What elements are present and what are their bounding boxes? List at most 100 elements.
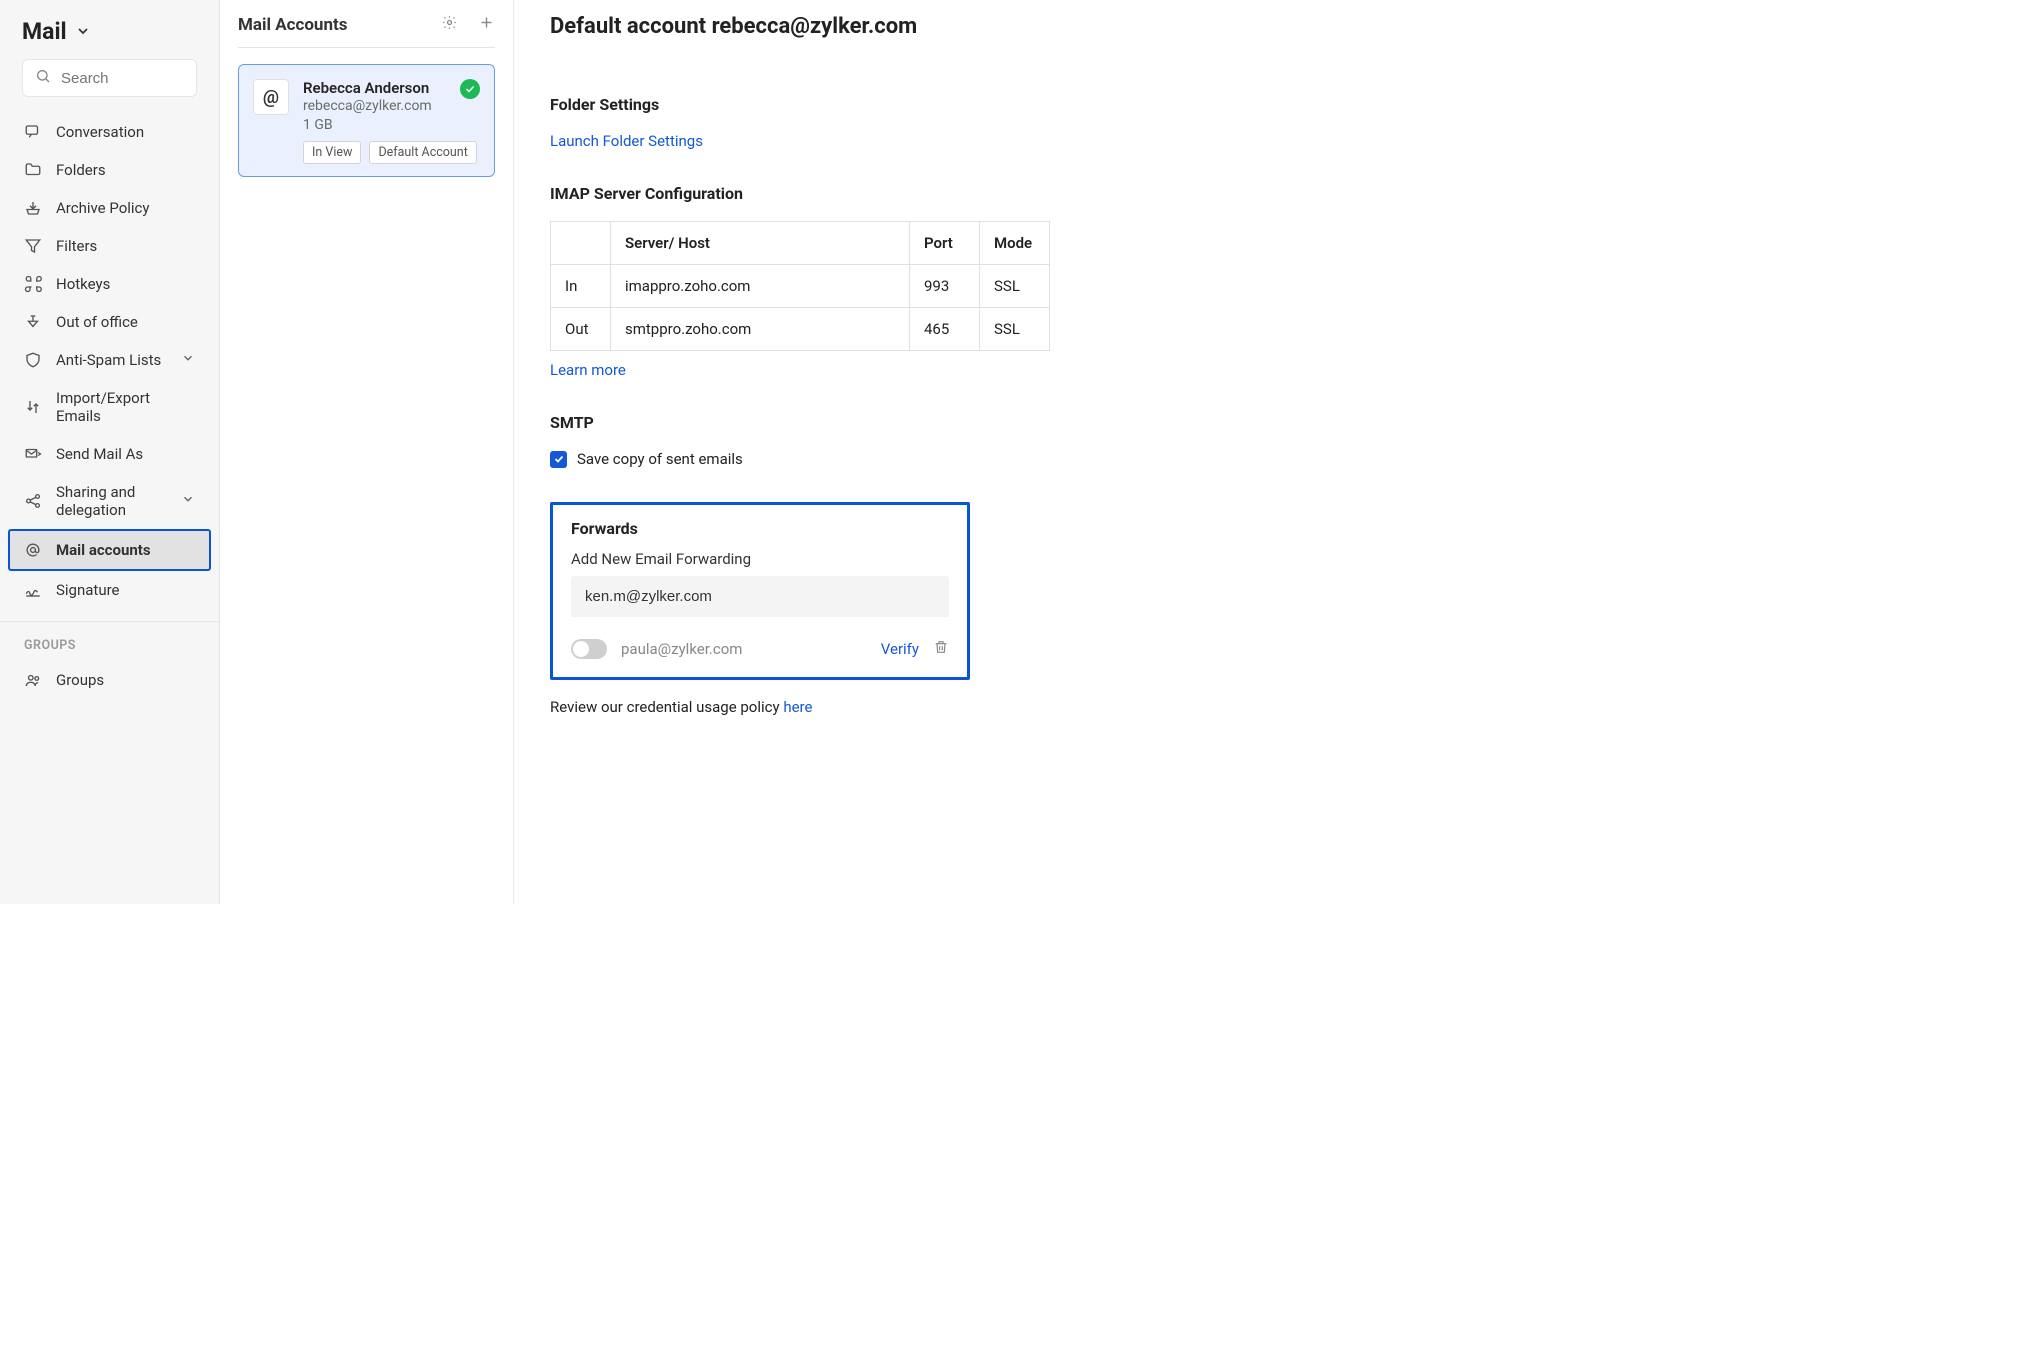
sidebar-item-label: Conversation — [56, 123, 144, 141]
sidebar-item-label: Filters — [56, 237, 97, 255]
launch-folder-settings-link[interactable]: Launch Folder Settings — [550, 132, 703, 150]
at-icon — [24, 541, 42, 559]
policy-text: Review our credential usage policy here — [550, 698, 1321, 716]
imap-header-mode: Mode — [980, 222, 1050, 265]
search-icon — [35, 68, 51, 88]
sidebar-item-groups[interactable]: Groups — [10, 661, 209, 699]
app-title-text: Mail — [22, 18, 67, 45]
smtp-heading: SMTP — [550, 413, 1321, 432]
imap-cell: Out — [551, 308, 611, 351]
detail-panel: Default account rebecca@zylker.com Folde… — [514, 0, 1357, 904]
sidebar-item-out-of-office[interactable]: Out of office — [10, 303, 209, 341]
imap-cell: 993 — [910, 265, 980, 308]
save-copy-label: Save copy of sent emails — [577, 450, 743, 468]
sidebar-item-mail-accounts[interactable]: Mail accounts — [8, 529, 211, 571]
sidebar-item-signature[interactable]: Signature — [10, 571, 209, 609]
sidebar-item-filters[interactable]: Filters — [10, 227, 209, 265]
sidebar-item-label: Sharing and delegation — [56, 483, 167, 519]
sidebar-item-conversation[interactable]: Conversation — [10, 113, 209, 151]
add-icon[interactable] — [478, 14, 495, 35]
sidebar-item-label: Hotkeys — [56, 275, 110, 293]
send-as-icon — [24, 445, 42, 463]
sidebar-item-label: Folders — [56, 161, 106, 179]
accounts-title: Mail Accounts — [238, 15, 347, 35]
account-card[interactable]: @ Rebecca Anderson rebecca@zylker.com 1 … — [238, 64, 495, 177]
sidebar-item-hotkeys[interactable]: Hotkeys — [10, 265, 209, 303]
sidebar-item-label: Archive Policy — [56, 199, 150, 217]
account-email: rebecca@zylker.com — [303, 98, 477, 114]
imap-cell: smtppro.zoho.com — [611, 308, 910, 351]
conversation-icon — [24, 123, 42, 141]
groups-list: Groups — [0, 661, 219, 699]
imap-cell: imappro.zoho.com — [611, 265, 910, 308]
imap-cell: SSL — [980, 308, 1050, 351]
page-title: Default account rebecca@zylker.com — [550, 14, 1321, 39]
forwards-heading: Forwards — [571, 519, 949, 538]
account-storage: 1 GB — [303, 117, 477, 133]
sidebar-item-send-mail-as[interactable]: Send Mail As — [10, 435, 209, 473]
sidebar-item-label: Out of office — [56, 313, 138, 331]
folder-settings-section: Folder Settings Launch Folder Settings — [550, 95, 1321, 150]
share-icon — [24, 492, 42, 510]
imap-cell: 465 — [910, 308, 980, 351]
forwarding-email-input[interactable] — [571, 576, 949, 617]
sidebar: Mail Conversation Folders Archive Polic — [0, 0, 220, 904]
learn-more-link[interactable]: Learn more — [550, 361, 626, 379]
policy-prefix: Review our credential usage policy — [550, 698, 783, 716]
nav-list: Conversation Folders Archive Policy Filt… — [0, 113, 219, 609]
sidebar-item-label: Groups — [56, 671, 104, 689]
imap-cell: In — [551, 265, 611, 308]
search-input-wrapper[interactable] — [22, 59, 197, 97]
verify-link[interactable]: Verify — [881, 640, 919, 658]
app-title[interactable]: Mail — [0, 18, 219, 59]
imap-row-in: In imappro.zoho.com 993 SSL — [551, 265, 1050, 308]
sidebar-item-label: Send Mail As — [56, 445, 143, 463]
shield-icon — [24, 351, 42, 369]
import-export-icon — [24, 398, 42, 416]
gear-icon[interactable] — [441, 14, 458, 35]
imap-cell: SSL — [980, 265, 1050, 308]
imap-header-port: Port — [910, 222, 980, 265]
filter-icon — [24, 237, 42, 255]
add-forwarding-label: Add New Email Forwarding — [571, 550, 949, 568]
forward-toggle[interactable] — [571, 639, 607, 659]
imap-header-blank — [551, 222, 611, 265]
chevron-down-icon — [181, 351, 195, 369]
folder-settings-heading: Folder Settings — [550, 95, 1321, 114]
imap-heading: IMAP Server Configuration — [550, 184, 1321, 203]
search-input[interactable] — [61, 70, 184, 87]
imap-header-host: Server/ Host — [611, 222, 910, 265]
hotkeys-icon — [24, 275, 42, 293]
sidebar-item-label: Anti-Spam Lists — [56, 351, 161, 369]
archive-icon — [24, 199, 42, 217]
verified-check-icon — [460, 79, 480, 99]
out-of-office-icon — [24, 313, 42, 331]
forwards-section: Forwards Add New Email Forwarding paula@… — [550, 502, 970, 680]
chevron-down-icon — [75, 18, 91, 45]
sidebar-item-label: Import/Export Emails — [56, 389, 195, 425]
sidebar-item-label: Signature — [56, 581, 120, 599]
groups-header: GROUPS — [0, 621, 219, 661]
badge-default-account: Default Account — [369, 141, 476, 164]
sidebar-item-import-export[interactable]: Import/Export Emails — [10, 379, 209, 435]
checkbox-checked-icon — [550, 451, 567, 468]
policy-link[interactable]: here — [783, 698, 812, 716]
accounts-column: Mail Accounts @ Rebecca Anderson rebecca… — [220, 0, 514, 904]
save-copy-checkbox[interactable]: Save copy of sent emails — [550, 450, 1321, 468]
imap-row-out: Out smtppro.zoho.com 465 SSL — [551, 308, 1050, 351]
sidebar-item-label: Mail accounts — [56, 541, 151, 559]
badge-in-view: In View — [303, 141, 361, 164]
chevron-down-icon — [181, 492, 195, 510]
sidebar-item-sharing[interactable]: Sharing and delegation — [10, 473, 209, 529]
signature-icon — [24, 581, 42, 599]
groups-icon — [24, 671, 42, 689]
account-name: Rebecca Anderson — [303, 79, 477, 97]
sidebar-item-anti-spam[interactable]: Anti-Spam Lists — [10, 341, 209, 379]
folder-icon — [24, 161, 42, 179]
pending-forward-email: paula@zylker.com — [621, 640, 867, 658]
sidebar-item-archive-policy[interactable]: Archive Policy — [10, 189, 209, 227]
account-avatar: @ — [253, 79, 289, 115]
sidebar-item-folders[interactable]: Folders — [10, 151, 209, 189]
smtp-section: SMTP Save copy of sent emails — [550, 413, 1321, 468]
trash-icon[interactable] — [933, 639, 949, 659]
